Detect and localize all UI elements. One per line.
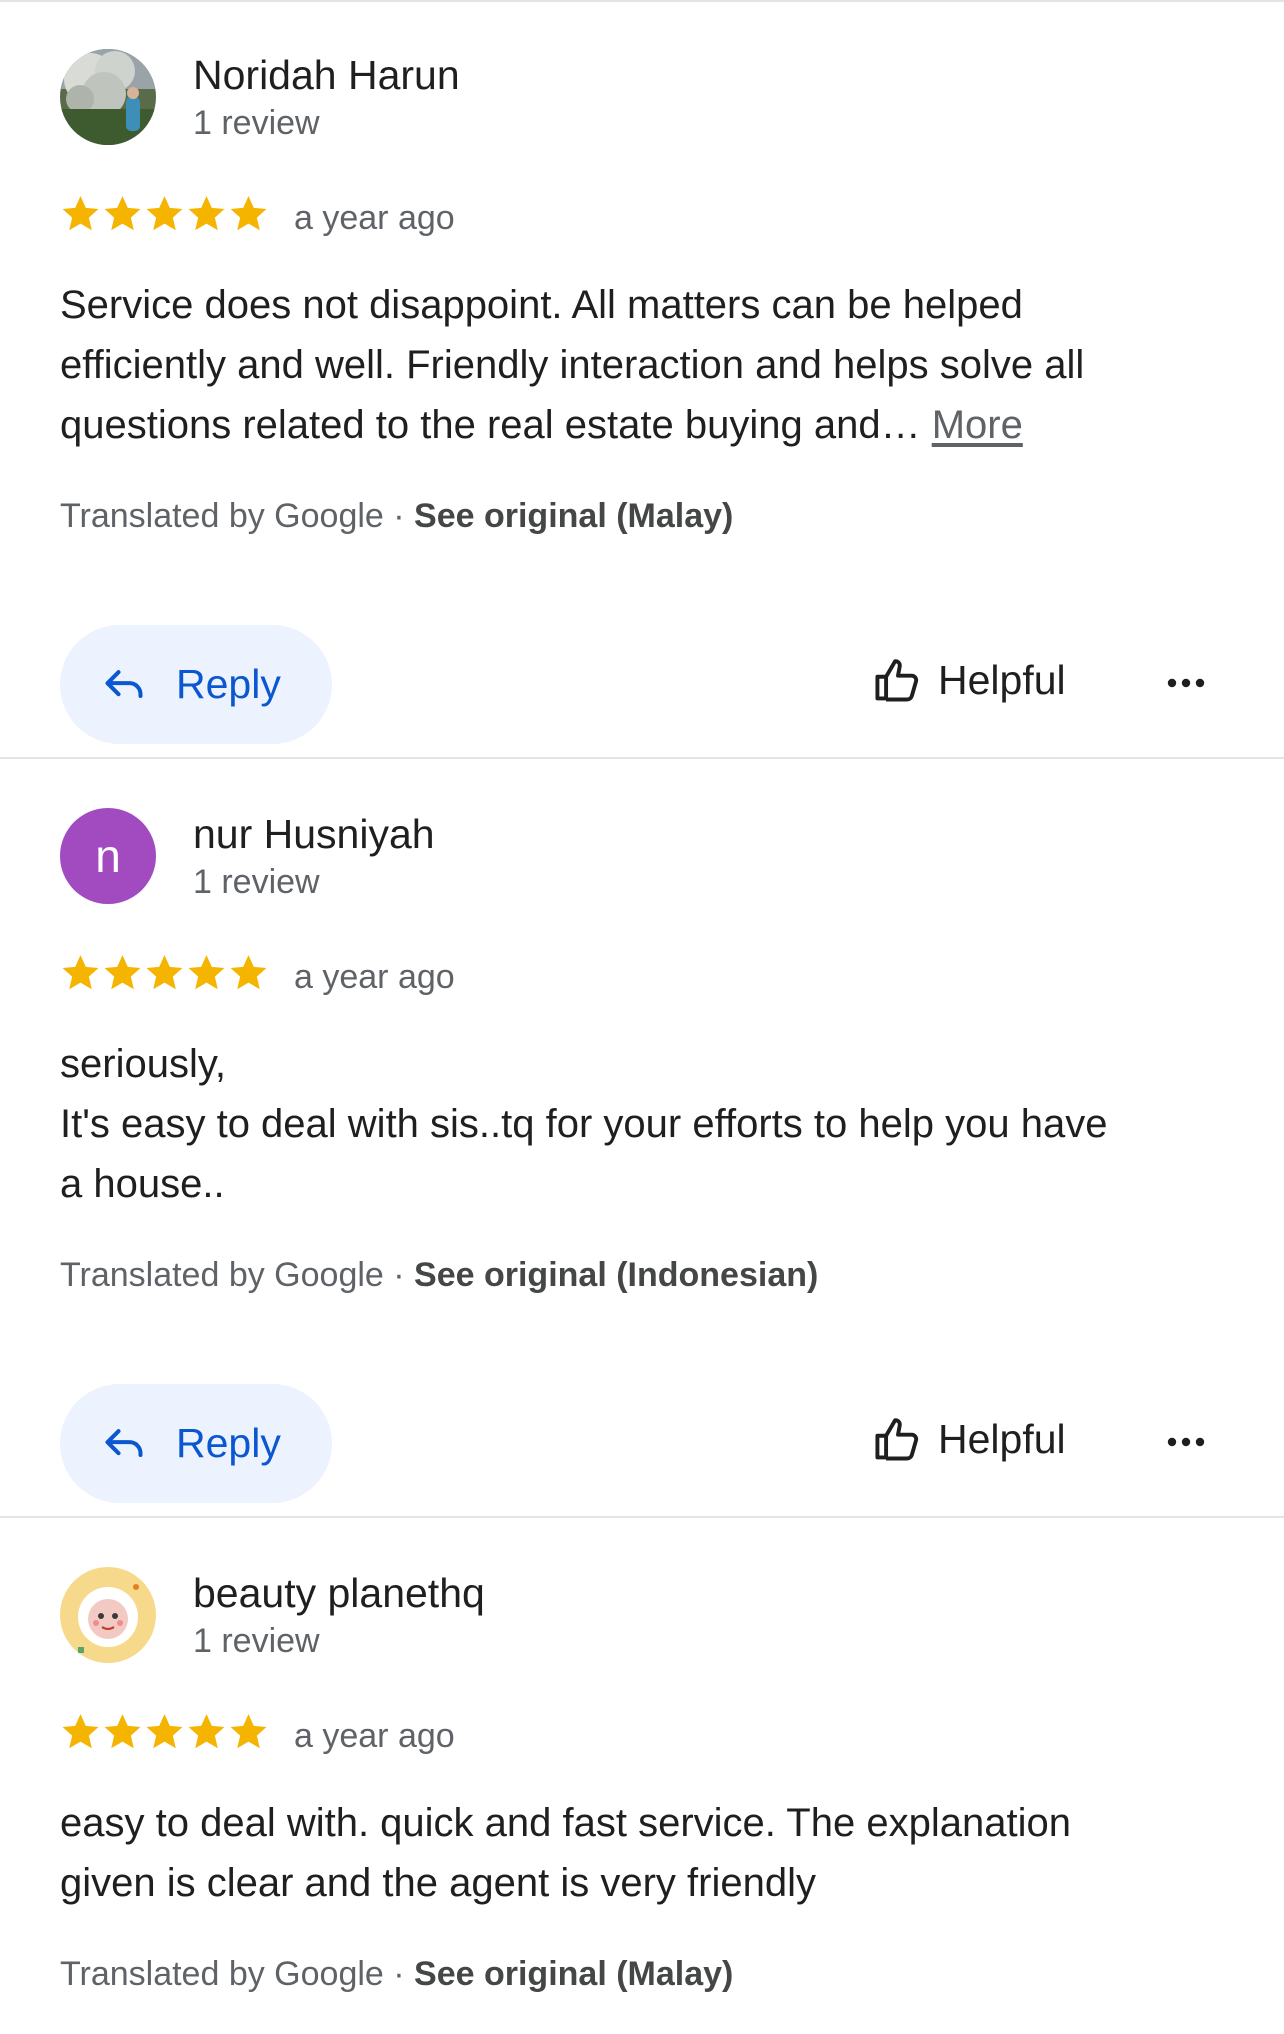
thumbs-up-icon (875, 659, 919, 702)
photo-avatar-cartoon-icon (60, 1567, 156, 1663)
author-name[interactable]: Noridah Harun (193, 52, 460, 99)
star-rating (60, 1711, 269, 1752)
author-review-count: 1 review (193, 863, 320, 901)
see-original-link[interactable]: See original (Malay) (414, 1955, 733, 1993)
star-icon (146, 955, 183, 990)
review-time: a year ago (294, 199, 455, 237)
star-icon (230, 1714, 267, 1749)
helpful-label: Helpful (938, 1415, 1066, 1462)
star-icon (62, 955, 99, 990)
review-text: easy to deal with. quick and fast servic… (60, 1793, 1230, 1913)
star-icon (104, 955, 141, 990)
review-card: Noridah Harun 1 review a year ago Servic… (0, 0, 1284, 759)
author-avatar[interactable] (60, 1567, 156, 1663)
thumbs-up-icon (875, 1418, 919, 1461)
star-rating (60, 952, 269, 993)
review-text-line: Service does not disappoint. All matters… (60, 283, 1023, 327)
helpful-label: Helpful (938, 656, 1066, 703)
author-avatar[interactable] (60, 49, 156, 145)
more-options-button[interactable] (1160, 660, 1212, 706)
author-name[interactable]: beauty planethq (193, 1570, 485, 1617)
star-icon (146, 196, 183, 231)
star-icon (188, 955, 225, 990)
see-original-link[interactable]: See original (Malay) (414, 497, 733, 535)
more-horizontal-icon (1167, 678, 1205, 688)
star-icon (188, 196, 225, 231)
translation-note: Translated by Google · See original (Mal… (60, 497, 733, 536)
translation-note: Translated by Google · See original (Mal… (60, 1955, 733, 1994)
reply-button[interactable]: Reply (60, 1384, 332, 1503)
review-card: n nur Husniyah 1 review a year ago serio… (0, 759, 1284, 1518)
reply-button[interactable]: Reply (60, 625, 332, 744)
translated-by-label: Translated by Google · (60, 497, 415, 535)
star-icon (62, 1714, 99, 1749)
star-icon (62, 196, 99, 231)
review-text-line-content: questions related to the real estate buy… (60, 403, 932, 447)
review-text: Service does not disappoint. All matters… (60, 275, 1230, 455)
reply-arrow-icon (105, 669, 143, 698)
review-time: a year ago (294, 958, 455, 996)
review-card: beauty planethq 1 review a year ago easy… (0, 1518, 1284, 2034)
reply-label: Reply (176, 661, 281, 707)
review-text-line: a house.. (60, 1162, 225, 1206)
more-horizontal-icon (1167, 1437, 1205, 1447)
more-options-button[interactable] (1160, 1419, 1212, 1465)
review-text-line: seriously, (60, 1042, 226, 1086)
helpful-button[interactable]: Helpful (872, 654, 1066, 706)
translation-note: Translated by Google · See original (Ind… (60, 1256, 818, 1295)
author-review-count: 1 review (193, 104, 320, 142)
translated-by-label: Translated by Google · (60, 1955, 415, 1993)
translated-by-label: Translated by Google · (60, 1256, 415, 1294)
author-name[interactable]: nur Husniyah (193, 811, 435, 858)
photo-avatar-tree-icon (60, 49, 156, 145)
star-icon (230, 955, 267, 990)
star-rating (60, 193, 269, 234)
author-review-count: 1 review (193, 1622, 320, 1660)
reply-arrow-icon (105, 1428, 143, 1457)
review-time: a year ago (294, 1717, 455, 1755)
review-text-line: questions related to the real estate buy… (60, 395, 1230, 455)
star-icon (188, 1714, 225, 1749)
author-avatar[interactable]: n (60, 808, 156, 904)
see-original-link[interactable]: See original (Indonesian) (414, 1256, 818, 1294)
review-text-line: easy to deal with. quick and fast servic… (60, 1801, 1071, 1845)
review-text-line: efficiently and well. Friendly interacti… (60, 343, 1085, 387)
star-icon (104, 1714, 141, 1749)
more-link[interactable]: More (932, 403, 1023, 447)
star-icon (104, 196, 141, 231)
review-text-line: given is clear and the agent is very fri… (60, 1861, 816, 1905)
star-icon (230, 196, 267, 231)
star-icon (146, 1714, 183, 1749)
review-text: seriously, It's easy to deal with sis..t… (60, 1034, 1230, 1214)
helpful-button[interactable]: Helpful (872, 1413, 1066, 1465)
reply-label: Reply (176, 1420, 281, 1466)
review-text-line: It's easy to deal with sis..tq for your … (60, 1102, 1108, 1146)
